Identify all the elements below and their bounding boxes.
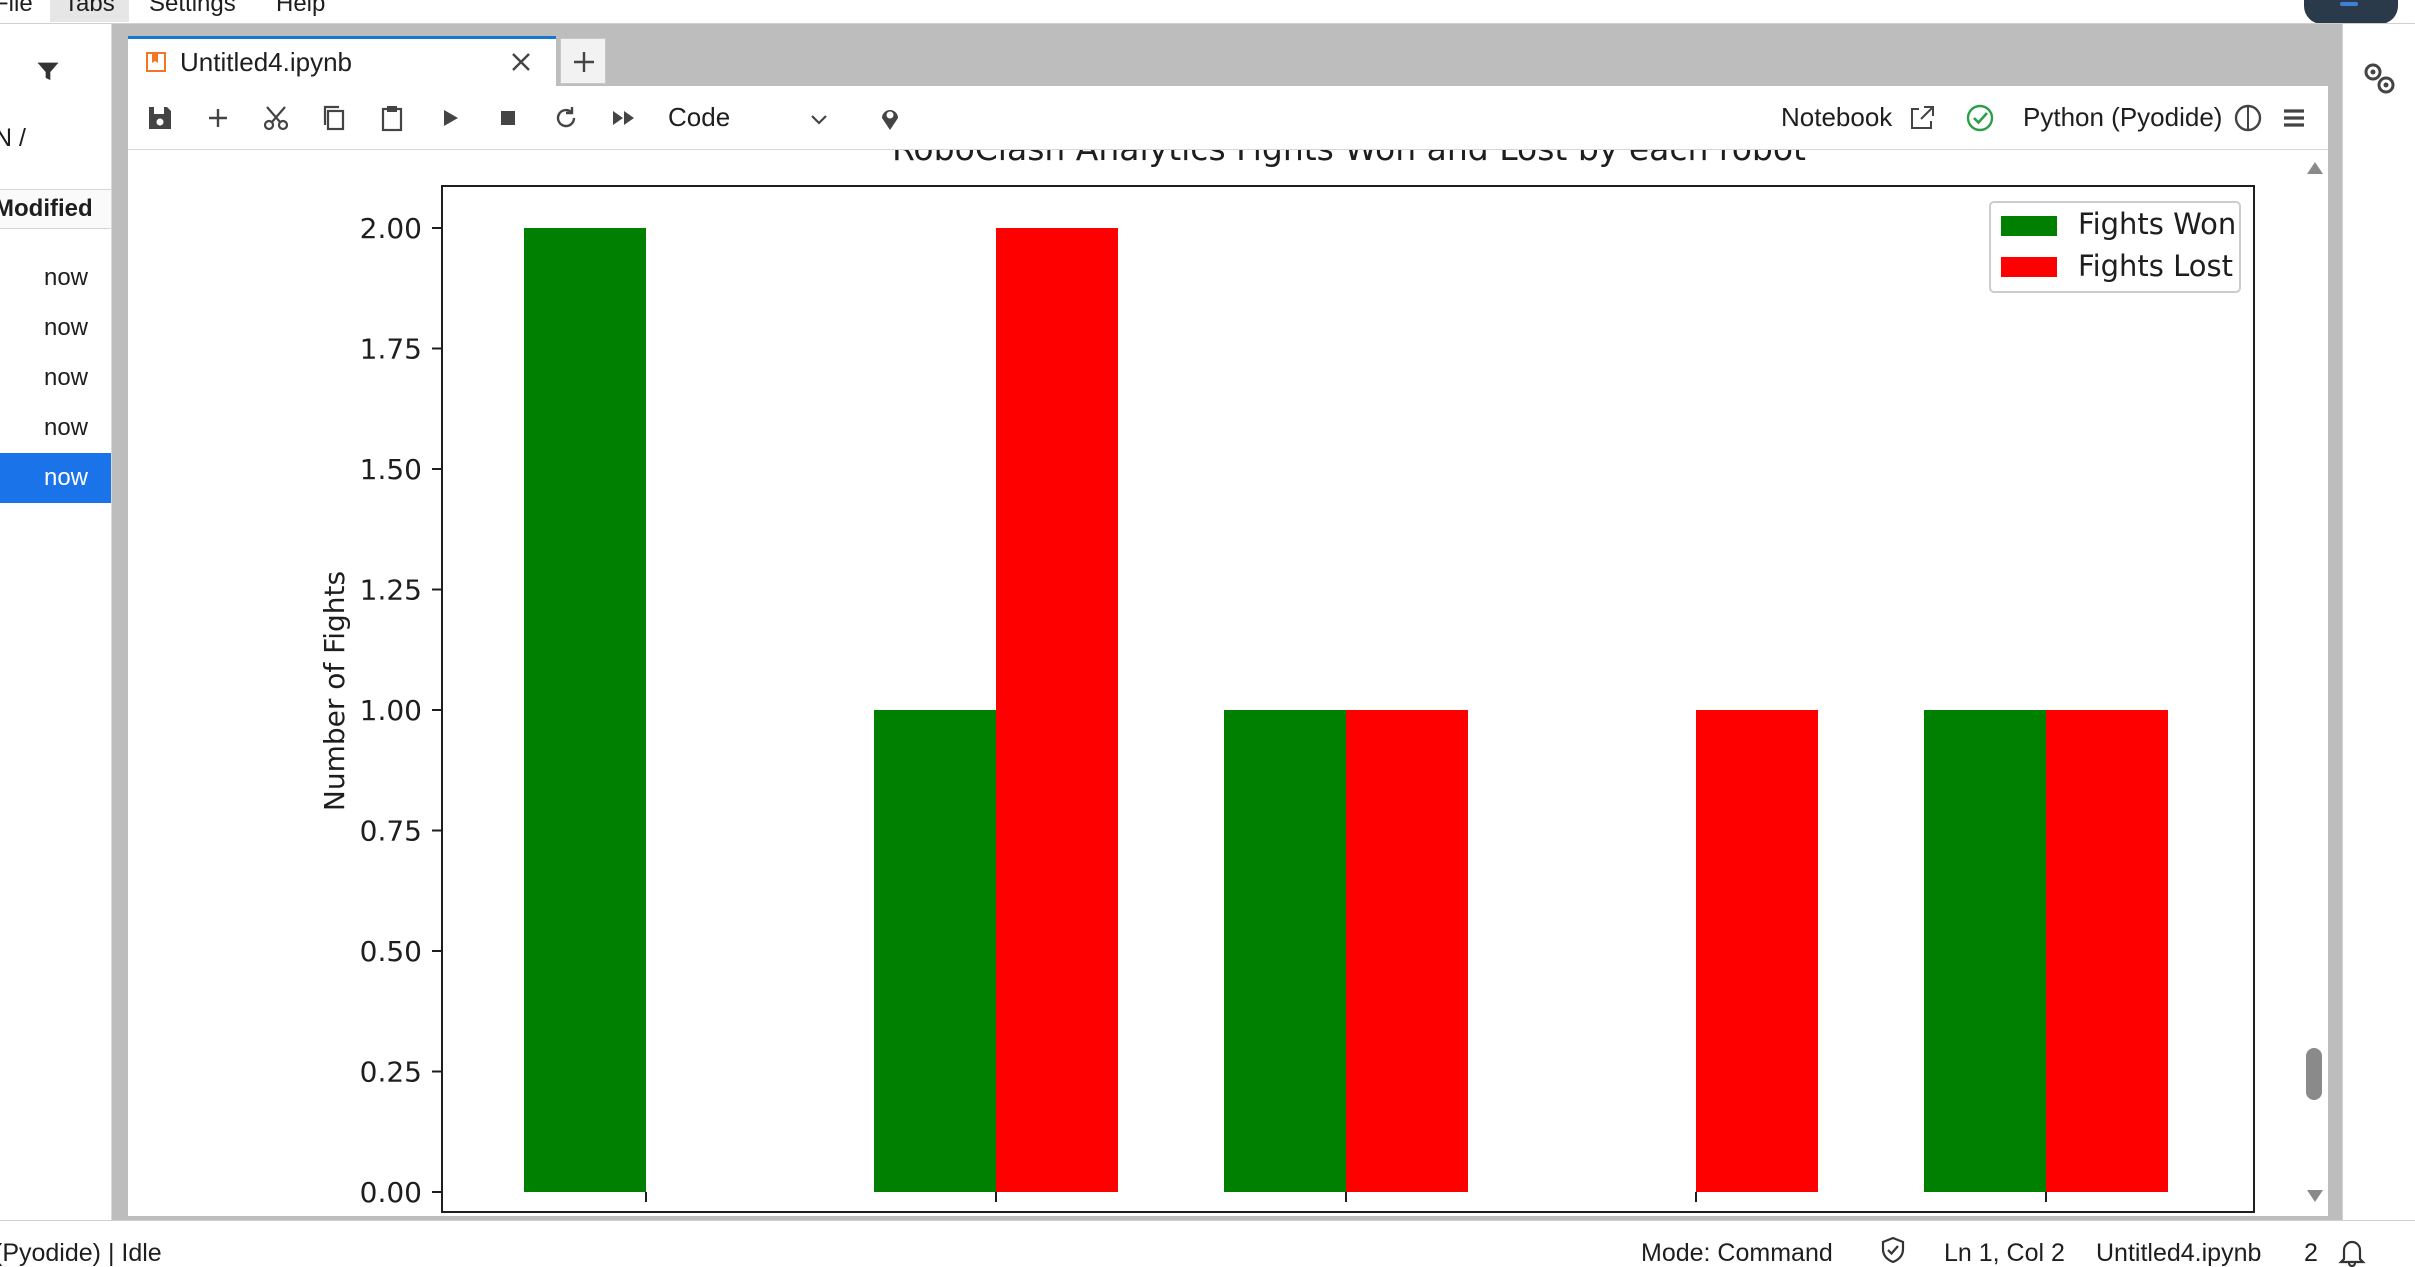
cursor-position[interactable]: Ln 1, Col 2 bbox=[1944, 1239, 2065, 1267]
y-tick-label: 2.00 bbox=[360, 212, 422, 245]
cut-icon[interactable] bbox=[260, 102, 292, 134]
bar-chart: RoboClash Analytics Fights Won and Lost … bbox=[318, 150, 2255, 1216]
menu-bar: File Tabs Settings Help bbox=[0, 0, 2415, 24]
run-icon[interactable] bbox=[434, 102, 466, 134]
y-tick-label: 0.75 bbox=[360, 815, 422, 848]
menu-tabs[interactable]: Tabs bbox=[50, 0, 129, 22]
kernel-status[interactable]: (Pyodide) | Idle bbox=[0, 1239, 162, 1267]
save-icon[interactable] bbox=[144, 102, 176, 134]
menu-help[interactable]: Help bbox=[262, 0, 339, 22]
legend-swatch-won bbox=[2001, 216, 2057, 236]
close-icon[interactable] bbox=[508, 49, 534, 75]
bar-lost-104 bbox=[1696, 710, 1818, 1192]
menu-file[interactable]: File bbox=[0, 0, 47, 22]
breadcrumb[interactable]: N / bbox=[0, 124, 26, 153]
restart-icon[interactable] bbox=[550, 102, 582, 134]
legend-swatch-lost bbox=[2001, 257, 2057, 277]
plus-icon bbox=[574, 52, 594, 72]
add-tab-button[interactable] bbox=[560, 38, 606, 84]
trusted-check-icon bbox=[1966, 104, 1994, 132]
tab-label: Untitled4.ipynb bbox=[180, 47, 352, 77]
open-notebook-link[interactable]: Notebook bbox=[1781, 102, 1892, 133]
bar-lost-102 bbox=[996, 228, 1118, 1192]
kernel-status-icon bbox=[2234, 104, 2262, 132]
stop-icon[interactable] bbox=[492, 102, 524, 134]
menu-settings[interactable]: Settings bbox=[135, 0, 250, 22]
copy-icon[interactable] bbox=[318, 102, 350, 134]
bars-group bbox=[524, 228, 2168, 1192]
y-tick-label: 1.25 bbox=[360, 574, 422, 607]
y-axis-label: Number of Fights bbox=[318, 571, 351, 811]
scroll-down-arrow-icon[interactable] bbox=[2307, 1190, 2323, 1202]
y-tick-label: 0.50 bbox=[360, 935, 422, 968]
y-ticks-group: 0.00 0.25 0.50 0.75 1.00 1.25 1.50 1.75 2.00 bbox=[360, 212, 442, 1209]
tab-untitled4[interactable]: Untitled4.ipynb bbox=[128, 36, 556, 86]
shield-icon[interactable] bbox=[1878, 1235, 1908, 1265]
menu-icon[interactable] bbox=[2278, 102, 2310, 134]
property-inspector-icon[interactable] bbox=[2359, 58, 2399, 98]
y-tick-label: 1.00 bbox=[360, 694, 422, 727]
file-row-modified[interactable]: now bbox=[0, 303, 111, 353]
bar-won-102 bbox=[874, 710, 996, 1192]
cell-output-area: RoboClash Analytics Fights Won and Lost … bbox=[128, 150, 2328, 1216]
chart-title: RoboClash Analytics Fights Won and Lost … bbox=[892, 150, 1806, 168]
status-filename: Untitled4.ipynb bbox=[2096, 1239, 2262, 1267]
add-cell-icon[interactable] bbox=[202, 102, 234, 134]
file-row-modified[interactable]: now bbox=[0, 353, 111, 403]
chevron-down-icon bbox=[811, 115, 827, 125]
notification-count: 2 bbox=[2304, 1239, 2318, 1267]
status-bar: (Pyodide) | Idle Mode: Command Ln 1, Col… bbox=[0, 1220, 2415, 1267]
y-tick-label: 1.75 bbox=[360, 333, 422, 366]
bar-lost-105 bbox=[2046, 710, 2168, 1192]
external-link-icon[interactable] bbox=[1906, 102, 1938, 134]
legend: Fights Won Fights Lost bbox=[1989, 201, 2241, 293]
y-tick-label: 0.00 bbox=[360, 1176, 422, 1209]
notebook-mode: Mode: Command bbox=[1641, 1239, 1833, 1267]
kernel-name-button[interactable]: Python (Pyodide) bbox=[2023, 102, 2222, 133]
debugger-pin-icon[interactable] bbox=[874, 102, 906, 134]
scroll-thumb[interactable] bbox=[2306, 1048, 2322, 1100]
bar-won-105 bbox=[1924, 710, 2046, 1192]
legend-label-lost: Fights Lost bbox=[2078, 249, 2233, 283]
notebook-toolbar: Code Notebook Python (Pyodide) bbox=[128, 86, 2328, 150]
scroll-up-arrow-icon[interactable] bbox=[2307, 162, 2323, 174]
bar-lost-103 bbox=[1346, 710, 1468, 1192]
y-tick-label: 0.25 bbox=[360, 1056, 422, 1089]
file-browser-panel: N / Modified now now now now now bbox=[0, 24, 112, 1220]
legend-label-won: Fights Won bbox=[2078, 207, 2236, 241]
top-right-toggle-button[interactable] bbox=[2304, 0, 2398, 23]
fast-forward-icon[interactable] bbox=[608, 102, 640, 134]
y-tick-label: 1.50 bbox=[360, 453, 422, 486]
filter-icon[interactable] bbox=[34, 58, 62, 86]
file-row-modified[interactable]: now bbox=[0, 403, 111, 453]
paste-icon[interactable] bbox=[376, 102, 408, 134]
notebook-panel: Code Notebook Python (Pyodide) RoboClash… bbox=[128, 86, 2328, 1216]
file-row-modified[interactable]: now bbox=[0, 253, 111, 303]
bell-icon[interactable] bbox=[2336, 1235, 2368, 1267]
bar-won-101 bbox=[524, 228, 646, 1192]
file-row-modified-selected[interactable]: now bbox=[0, 453, 111, 503]
cell-type-select[interactable]: Code bbox=[668, 96, 838, 140]
notebook-icon bbox=[146, 52, 166, 72]
right-sidebar bbox=[2342, 24, 2415, 1220]
cell-type-value: Code bbox=[668, 102, 731, 132]
modified-column-header[interactable]: Modified bbox=[0, 189, 111, 229]
vertical-scrollbar[interactable] bbox=[2300, 152, 2328, 1214]
bar-won-103 bbox=[1224, 710, 1346, 1192]
